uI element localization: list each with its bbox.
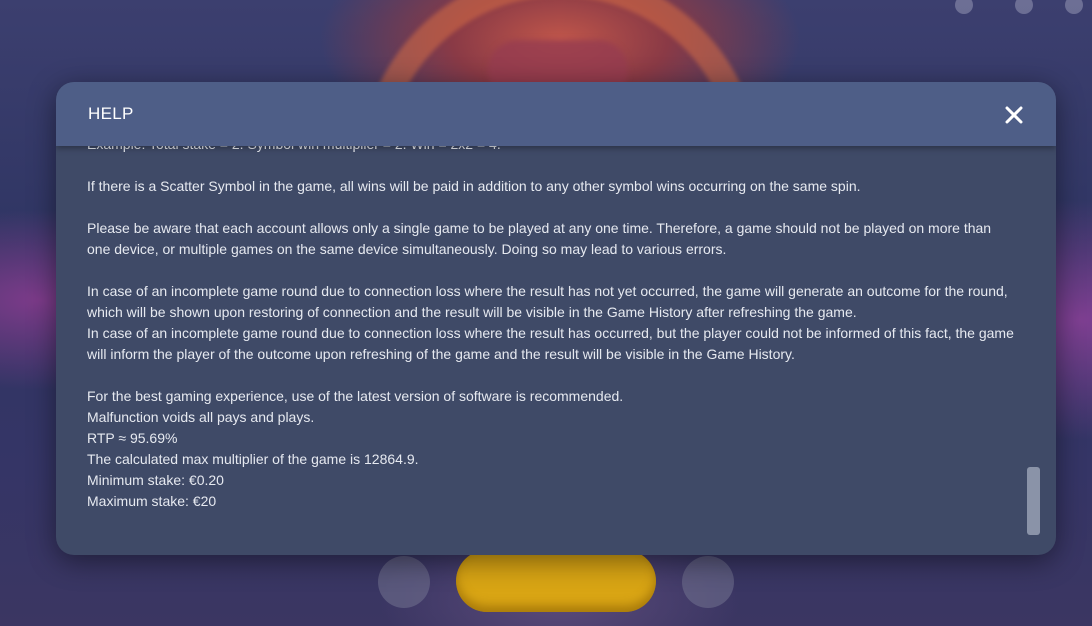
help-text-line: For the best gaming experience, use of t…: [87, 388, 624, 404]
help-modal-body[interactable]: Example: Total stake = 2. Symbol win mul…: [56, 146, 1056, 555]
close-button[interactable]: [1002, 103, 1026, 127]
help-paragraph: In case of an incomplete game round due …: [87, 281, 1017, 365]
help-paragraph: If there is a Scatter Symbol in the game…: [87, 176, 1017, 197]
rtp-text: RTP ≈ 95.69%: [87, 430, 178, 446]
help-modal-header: HELP: [56, 82, 1056, 146]
help-modal-title: HELP: [88, 104, 134, 123]
help-paragraph: Please be aware that each account allows…: [87, 218, 1017, 260]
maximum-stake-text: Maximum stake: €20: [87, 493, 217, 509]
help-text-line: In case of an incomplete game round due …: [87, 325, 1014, 362]
scrollbar-thumb[interactable]: [1027, 467, 1040, 535]
close-icon: [1005, 106, 1023, 124]
minimum-stake-text: Minimum stake: €0.20: [87, 472, 224, 488]
help-text-line: Please be aware that each account allows…: [87, 220, 992, 257]
spin-button[interactable]: [456, 550, 656, 612]
help-paragraph: For the best gaming experience, use of t…: [87, 386, 1017, 512]
help-text-line: In case of an incomplete game round due …: [87, 283, 1008, 320]
help-modal: HELP Example: Total stake = 2. Symbol wi…: [56, 82, 1056, 555]
help-text-line: Example: Total stake = 2. Symbol win mul…: [87, 146, 1017, 155]
increase-bet-button[interactable]: [682, 556, 734, 608]
help-paragraph: Example: Total stake = 2. Symbol win mul…: [87, 146, 1017, 155]
help-content: Example: Total stake = 2. Symbol win mul…: [87, 146, 1017, 533]
max-multiplier-text: The calculated max multiplier of the gam…: [87, 451, 419, 467]
help-text-line: If there is a Scatter Symbol in the game…: [87, 178, 861, 194]
help-text-line: Malfunction voids all pays and plays.: [87, 409, 315, 425]
decrease-bet-button[interactable]: [378, 556, 430, 608]
